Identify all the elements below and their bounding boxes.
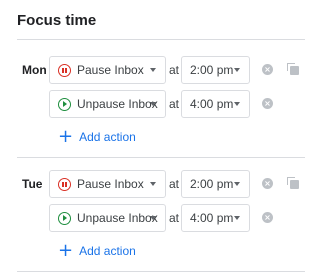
at-label: at xyxy=(169,177,180,191)
chevron-down-icon xyxy=(150,182,156,186)
action-select-value: Unpause Inbox xyxy=(77,211,158,225)
close-icon: × xyxy=(264,64,271,74)
day-divider xyxy=(17,271,305,272)
action-select[interactable]: Unpause Inbox xyxy=(49,204,166,232)
chevron-down-icon xyxy=(234,182,240,186)
action-select[interactable]: Unpause Inbox xyxy=(49,90,166,118)
chevron-down-icon xyxy=(150,216,156,220)
add-action-link[interactable]: + Add action xyxy=(58,126,136,147)
time-select[interactable]: 2:00 pm xyxy=(181,170,250,198)
chevron-down-icon xyxy=(234,216,240,220)
day-divider xyxy=(17,157,305,158)
remove-action-button[interactable]: × xyxy=(262,212,273,223)
time-select[interactable]: 2:00 pm xyxy=(181,56,250,84)
action-select-value: Pause Inbox xyxy=(77,63,144,77)
plus-icon: + xyxy=(58,240,74,261)
time-select[interactable]: 4:00 pm xyxy=(181,90,250,118)
at-label: at xyxy=(169,63,180,77)
play-icon xyxy=(58,211,71,225)
section-divider xyxy=(17,39,305,40)
pause-icon xyxy=(58,63,71,77)
chevron-down-icon xyxy=(234,68,240,72)
day-label: Mon xyxy=(22,63,47,77)
close-icon: × xyxy=(264,212,271,222)
copy-day-button[interactable] xyxy=(287,177,299,189)
pause-icon xyxy=(58,177,71,191)
time-select-value: 4:00 pm xyxy=(190,97,234,111)
time-select-value: 2:00 pm xyxy=(190,177,234,191)
chevron-down-icon xyxy=(234,102,240,106)
action-select-value: Pause Inbox xyxy=(77,177,144,191)
play-icon xyxy=(58,97,71,111)
chevron-down-icon xyxy=(150,68,156,72)
remove-action-button[interactable]: × xyxy=(262,178,273,189)
at-label: at xyxy=(169,97,180,111)
at-label: at xyxy=(169,211,180,225)
close-icon: × xyxy=(264,98,271,108)
copy-day-button[interactable] xyxy=(287,63,299,75)
action-select[interactable]: Pause Inbox xyxy=(49,170,166,198)
chevron-down-icon xyxy=(150,102,156,106)
time-select[interactable]: 4:00 pm xyxy=(181,204,250,232)
add-action-link[interactable]: + Add action xyxy=(58,240,136,261)
time-select-value: 4:00 pm xyxy=(190,211,234,225)
action-select-value: Unpause Inbox xyxy=(77,97,158,111)
plus-icon: + xyxy=(58,126,74,147)
add-action-label: Add action xyxy=(79,244,136,258)
add-action-label: Add action xyxy=(79,130,136,144)
day-label: Tue xyxy=(22,177,43,191)
remove-action-button[interactable]: × xyxy=(262,64,273,75)
close-icon: × xyxy=(264,178,271,188)
remove-action-button[interactable]: × xyxy=(262,98,273,109)
action-select[interactable]: Pause Inbox xyxy=(49,56,166,84)
section-title: Focus time xyxy=(17,12,97,29)
time-select-value: 2:00 pm xyxy=(190,63,234,77)
